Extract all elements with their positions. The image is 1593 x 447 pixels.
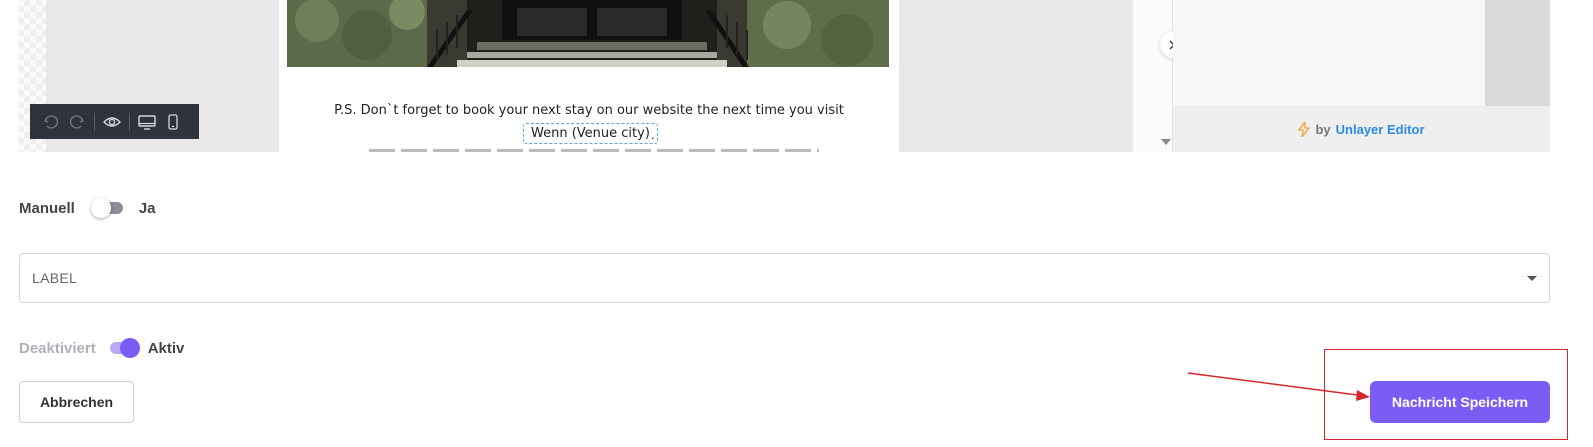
email-body[interactable]: P.S. Don`t forget to book your next stay… <box>279 0 899 152</box>
eye-icon <box>103 116 121 127</box>
deactivated-label: Deaktiviert <box>19 339 96 357</box>
undo-button[interactable] <box>38 109 64 135</box>
settings-panel <box>1173 0 1485 106</box>
toolbar-divider <box>129 112 130 131</box>
manual-toggle-row: Manuell Ja <box>19 197 156 219</box>
unlayer-branding: by Unlayer Editor <box>1173 106 1550 152</box>
label-select-placeholder: LABEL <box>32 270 78 286</box>
desktop-icon <box>138 114 156 130</box>
bolt-icon <box>1298 121 1311 137</box>
active-label: Aktiv <box>147 339 185 357</box>
ps-text[interactable]: P.S. Don`t forget to book your next stay… <box>279 103 899 118</box>
preview-button[interactable] <box>99 109 125 135</box>
mobile-view-button[interactable] <box>160 109 186 135</box>
redo-icon <box>69 114 85 129</box>
mobile-icon <box>168 113 178 130</box>
merge-tag-suffix: . <box>651 127 655 142</box>
scroll-down-icon[interactable] <box>1161 139 1171 145</box>
toolbar-divider <box>94 112 95 131</box>
panel-scrollbar[interactable] <box>1485 0 1550 106</box>
cancel-button[interactable]: Abbrechen <box>19 381 134 423</box>
branding-by: by <box>1315 121 1331 137</box>
redo-button[interactable] <box>64 109 90 135</box>
active-switch[interactable] <box>106 337 142 359</box>
chevron-down-icon <box>1527 276 1537 281</box>
active-toggle-row: Deaktiviert Aktiv <box>19 337 184 359</box>
manual-switch[interactable] <box>90 197 127 219</box>
editor-toolbar <box>30 104 199 139</box>
hero-photo-icon <box>287 0 889 67</box>
hero-image[interactable] <box>287 0 889 67</box>
email-editor-preview: P.S. Don`t forget to book your next stay… <box>0 0 1593 152</box>
annotation-arrow-icon <box>1187 372 1370 401</box>
unlayer-editor-link[interactable]: Unlayer Editor <box>1336 122 1425 137</box>
desktop-view-button[interactable] <box>134 109 160 135</box>
manual-label: Manuell <box>19 199 75 217</box>
panel-gutter <box>1133 0 1173 152</box>
label-select[interactable]: LABEL <box>19 253 1550 303</box>
truncated-text-line <box>369 145 819 152</box>
undo-icon <box>43 114 59 129</box>
manual-yes-label: Ja <box>138 199 156 217</box>
merge-tag-venue-city[interactable]: Wenn (Venue city) <box>523 123 658 144</box>
